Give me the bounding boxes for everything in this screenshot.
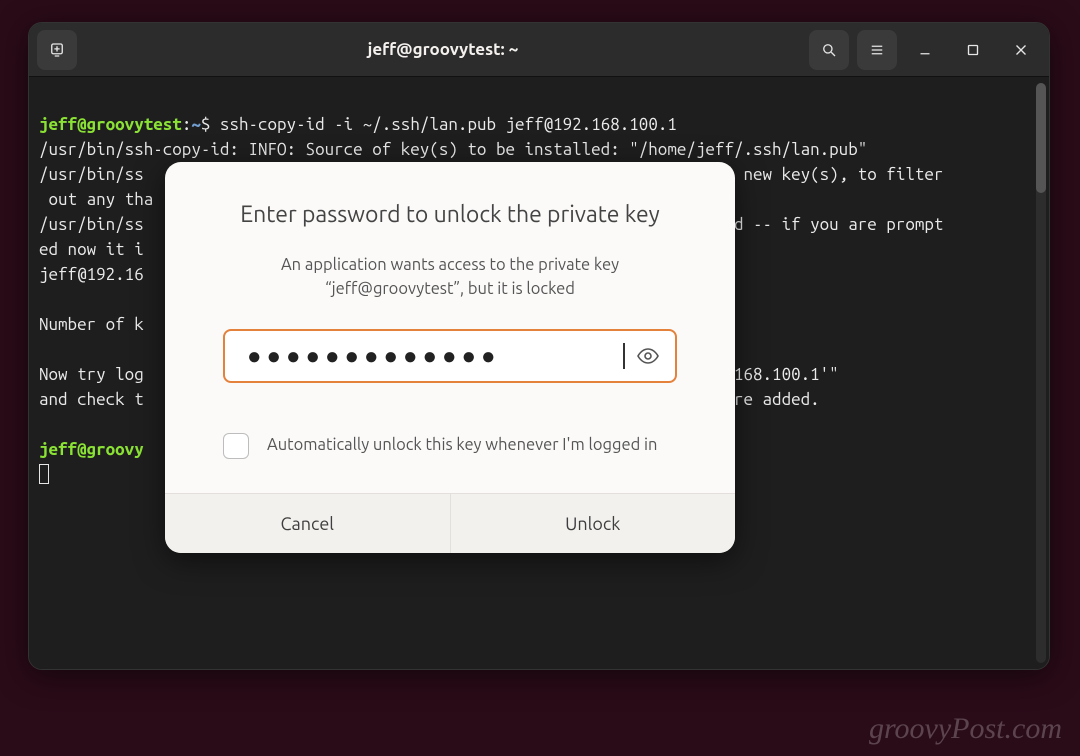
close-button[interactable] bbox=[1001, 30, 1041, 70]
scrollbar-thumb[interactable] bbox=[1036, 83, 1046, 193]
window-title: jeff@groovytest: ~ bbox=[85, 40, 801, 59]
auto-unlock-row: Automatically unlock this key whenever I… bbox=[223, 433, 677, 459]
watermark: groovyPost.com bbox=[869, 712, 1062, 746]
scrollbar[interactable] bbox=[1036, 83, 1046, 663]
auto-unlock-label: Automatically unlock this key whenever I… bbox=[267, 433, 657, 457]
maximize-button[interactable] bbox=[953, 30, 993, 70]
prompt-path: ~ bbox=[191, 115, 201, 134]
password-input[interactable]: ●●●●●●●●●●●●● bbox=[247, 342, 623, 371]
dialog-actions: Cancel Unlock bbox=[165, 493, 735, 553]
unlock-button[interactable]: Unlock bbox=[450, 494, 736, 553]
unlock-key-dialog: Enter password to unlock the private key… bbox=[165, 162, 735, 553]
password-field-wrapper: ●●●●●●●●●●●●● bbox=[223, 329, 677, 383]
cancel-button[interactable]: Cancel bbox=[165, 494, 450, 553]
minimize-button[interactable] bbox=[905, 30, 945, 70]
text-caret bbox=[623, 343, 625, 369]
auto-unlock-checkbox[interactable] bbox=[223, 433, 249, 459]
menu-button[interactable] bbox=[857, 30, 897, 70]
dialog-title: Enter password to unlock the private key bbox=[223, 202, 677, 227]
new-tab-button[interactable] bbox=[37, 30, 77, 70]
command: ssh-copy-id -i ~/.ssh/lan.pub jeff@192.1… bbox=[220, 115, 677, 134]
prompt-user: jeff@groovytest bbox=[39, 115, 182, 134]
reveal-password-icon[interactable] bbox=[635, 343, 661, 369]
output-line: /usr/bin/ssh-copy-id: INFO: Source of ke… bbox=[39, 137, 1035, 162]
titlebar: jeff@groovytest: ~ bbox=[29, 23, 1049, 77]
dialog-message: An application wants access to the priva… bbox=[223, 253, 677, 301]
search-button[interactable] bbox=[809, 30, 849, 70]
terminal-cursor bbox=[39, 464, 49, 484]
prompt-user: jeff@groovy bbox=[39, 440, 144, 459]
